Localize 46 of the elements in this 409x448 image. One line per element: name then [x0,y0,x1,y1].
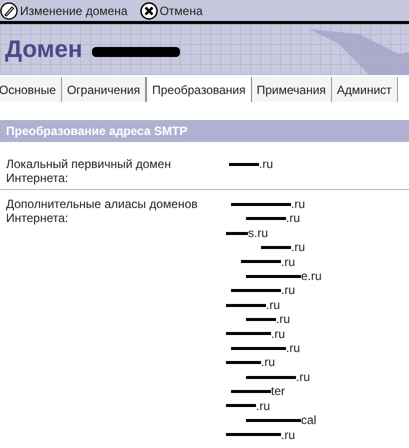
edit-button[interactable]: Изменение домена [0,2,128,20]
domain-text: cal [301,413,316,428]
redaction-mark [261,246,291,249]
tab[interactable]: Админист [332,77,398,102]
redaction-mark [231,346,286,350]
domain-text: .ru [271,326,286,342]
tab[interactable]: Преобразования [146,77,252,102]
redaction-mark [226,232,248,235]
redaction-mark [226,332,271,336]
domain-text: .ru [266,298,280,312]
redaction-mark [231,289,281,292]
redaction-mark [226,433,281,436]
domain-text: .ru [259,157,274,172]
domain-text: s.ru [248,226,268,240]
tab[interactable]: Ограничения [62,77,146,102]
banner-title: Домен [5,34,82,64]
domain-text: .ru [281,428,296,442]
redaction-mark [241,260,281,264]
redaction-mark [246,318,276,321]
redaction-mark [246,376,296,379]
domain-text: .ru [281,283,296,298]
redaction-mark [229,162,259,166]
domain-text: e.ru [301,269,322,284]
redaction-mark [231,390,271,393]
domain-text: ter [271,384,286,399]
redaction-mark [226,404,256,408]
redaction-mark [226,361,261,364]
redaction-mark [246,274,301,278]
redaction-mark [246,217,286,220]
redaction-mark [246,418,301,422]
redaction-mark [226,304,266,307]
redaction-mark [231,202,291,206]
domain-text: .ru [276,312,290,327]
domain-text: .ru [286,211,300,226]
domain-text: .ru [291,240,306,255]
domain-text: .ru [296,370,310,384]
domain-text: .ru [291,197,306,212]
tab[interactable]: Примечания [252,77,332,102]
domain-text: .ru [261,355,276,370]
domain-text: .ru [281,254,296,270]
cancel-button[interactable]: Отмена [140,2,203,20]
domain-text: .ru [256,398,270,414]
domain-text: .ru [286,341,300,356]
section-title: Преобразование адреса SMTP [6,123,188,140]
field-label: Дополнительные алиасы доменов Интернета: [6,197,199,227]
field-label: Локальный первичный домен Интернета: [6,157,172,185]
